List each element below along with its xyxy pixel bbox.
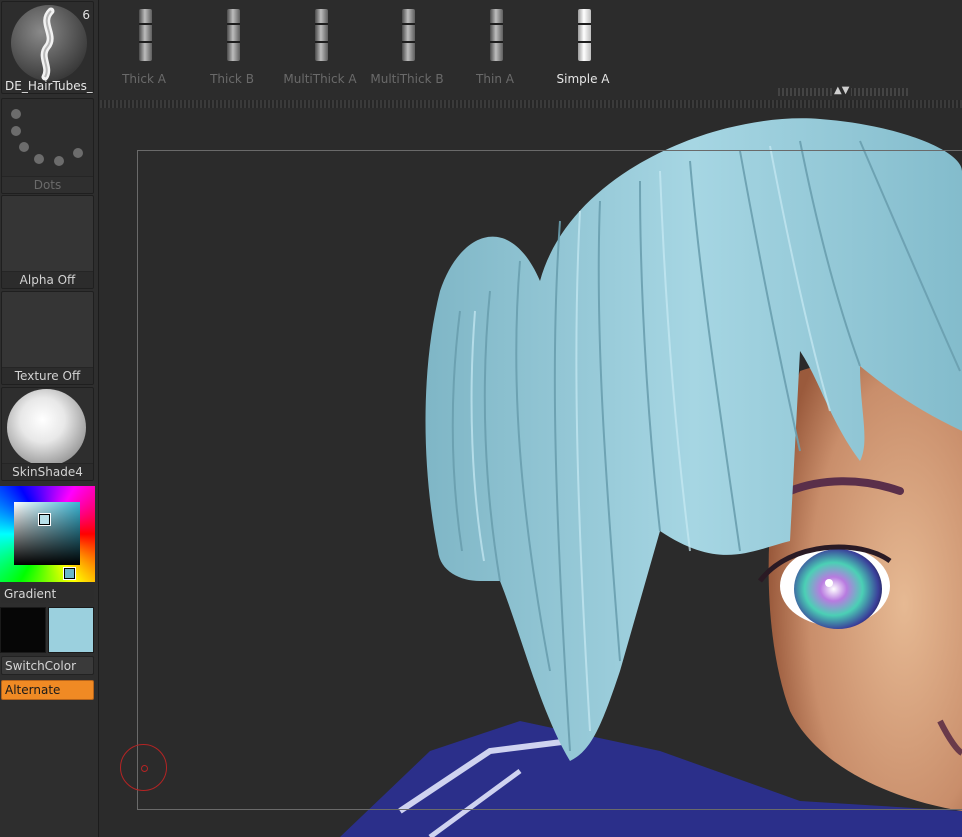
brush-selector[interactable]: 6 DE_HairTubes_v. — [1, 1, 94, 94]
texture-selector[interactable]: Texture Off — [1, 291, 94, 385]
brush-preset-label: Thick B — [210, 72, 254, 86]
tube-brush-icon — [490, 9, 503, 61]
alpha-label: Alpha Off — [2, 271, 93, 288]
stroke-label: Dots — [2, 176, 93, 193]
gradient-toggle[interactable]: Gradient — [1, 585, 94, 603]
tube-brush-icon — [227, 9, 240, 61]
hair-brush-icon — [11, 5, 87, 81]
brush-preset-label: Thick A — [122, 72, 166, 86]
brush-subtool-count: 6 — [82, 8, 90, 22]
tray-divider[interactable] — [100, 100, 962, 108]
alternate-button[interactable]: Alternate — [1, 680, 94, 700]
switch-color-button[interactable]: SwitchColor — [1, 656, 94, 675]
left-shelf: 6 DE_HairTubes_v. Dots Alpha Off Texture… — [0, 0, 99, 837]
brush-preset-thin-a[interactable]: Thin A — [455, 6, 535, 94]
secondary-color-swatch[interactable] — [48, 607, 94, 653]
material-selector[interactable]: SkinShade4 — [1, 387, 94, 481]
tube-brush-icon — [139, 9, 152, 61]
brush-preset-label: Simple A — [556, 72, 610, 86]
brush-preset-label: MultiThick A — [283, 72, 357, 86]
tube-brush-icon — [315, 9, 328, 61]
main-color-swatch[interactable] — [0, 607, 46, 653]
document-frame — [137, 150, 962, 810]
scroll-arrows-icon: ▲▼ — [832, 85, 852, 97]
brush-preset-simple-a[interactable]: Simple A — [543, 6, 623, 94]
brush-preset-multithick-b[interactable]: MultiThick B — [367, 6, 447, 94]
brush-preset-thick-a[interactable]: Thick A — [104, 6, 184, 94]
popup-resize-handle[interactable]: ▲▼ — [778, 85, 908, 97]
brush-preset-label: MultiThick B — [370, 72, 444, 86]
brush-preset-multithick-a[interactable]: MultiThick A — [280, 6, 360, 94]
material-sphere-icon — [7, 389, 86, 466]
tube-brush-icon — [402, 9, 415, 61]
document-canvas[interactable] — [100, 111, 962, 837]
stroke-selector[interactable]: Dots — [1, 98, 94, 194]
color-picker-marker[interactable] — [38, 513, 51, 526]
color-saturation-field[interactable] — [14, 502, 80, 565]
tube-brush-icon — [578, 9, 591, 61]
brush-name: DE_HairTubes_v. — [5, 79, 94, 93]
texture-label: Texture Off — [2, 367, 93, 384]
material-label: SkinShade4 — [2, 463, 93, 480]
alpha-selector[interactable]: Alpha Off — [1, 195, 94, 289]
color-picker-marker[interactable] — [63, 567, 76, 580]
brush-preset-thick-b[interactable]: Thick B — [192, 6, 272, 94]
color-picker[interactable] — [0, 486, 95, 582]
brush-preset-label: Thin A — [476, 72, 514, 86]
draw-cursor-icon — [120, 744, 167, 791]
